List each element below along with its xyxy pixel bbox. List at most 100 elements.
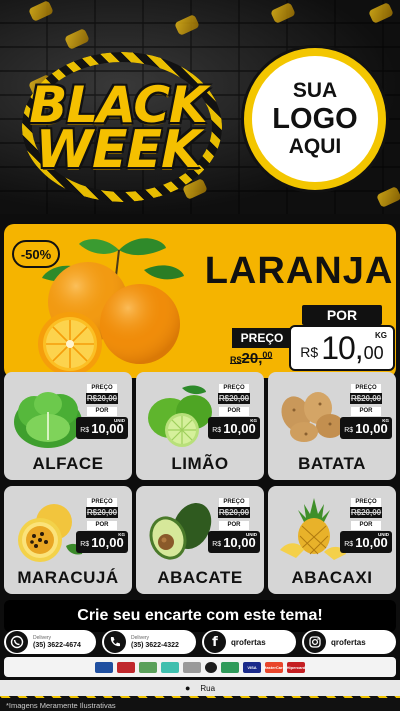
product-card-limao: PREÇO R$20,00 POR KG R$ 10,00 LIMÃO [136, 372, 264, 480]
address-text: Rua [200, 683, 216, 693]
por-label: POR [87, 407, 117, 416]
old-price: R$20,00 [86, 393, 118, 404]
old-price: R$20,00 [350, 393, 382, 404]
cash-icon [139, 661, 157, 673]
price-currency: R$ [212, 426, 222, 434]
address-bar: ● Rua [0, 680, 400, 696]
header: BLACK WEEK SUA LOGO AQUI [0, 0, 400, 214]
hero-product-name: LARANJA [204, 250, 394, 292]
facebook-icon: f [204, 631, 226, 653]
hipercard-icon: Hipercard [287, 661, 305, 673]
price-tag: PREÇO R$20,00 POR UNID R$ 10,00 [76, 384, 128, 439]
flyer-body: -50% LARANJA POR PREÇO R$20,00 KG R$ 10 … [0, 214, 400, 711]
discount-badge: -50% [12, 240, 60, 268]
hero-offer-card: -50% LARANJA POR PREÇO R$20,00 KG R$ 10 … [4, 224, 396, 378]
price-currency: R$ [300, 344, 319, 360]
pix-icon [161, 661, 179, 673]
disclaimer: *Imagens Meramente Ilustrativas [0, 696, 400, 711]
orange-slice [38, 312, 102, 376]
preco-label: PREÇO [219, 498, 249, 507]
preco-label: PREÇO [351, 498, 381, 507]
price-currency: R$ [80, 426, 90, 434]
price-tag: PREÇO R$20,00 POR UNID R$ 10,00 [340, 498, 392, 553]
contact-number: (35) 3622-4674 [33, 641, 81, 649]
old-price: R$20,00 [350, 507, 382, 518]
alelo-icon [205, 661, 217, 673]
preco-label: PREÇO [351, 384, 381, 393]
por-label: POR [87, 521, 117, 530]
price-unit: KG [382, 418, 389, 423]
logo-text-line1: SUA [292, 79, 338, 102]
visa-icon: VISA [243, 661, 261, 673]
price-currency: R$ [212, 540, 222, 548]
price-tag: PREÇO R$20,00 POR UNID R$ 10,00 [208, 498, 260, 553]
price-int: 10 [321, 329, 356, 366]
location-pin-icon: ● [184, 683, 191, 693]
instagram-icon [304, 631, 326, 653]
lettuce-image [14, 392, 82, 448]
product-card-abacate: PREÇO R$20,00 POR UNID R$ 10,00 ABACATE [136, 486, 264, 594]
ticket-icon [183, 661, 201, 673]
old-price: R$20,00 [86, 507, 118, 518]
new-price-box: KG R$ 10,00 [76, 531, 128, 553]
whatsapp-contact[interactable]: Delivery (35) 3622-4674 [4, 630, 96, 654]
por-label: POR [302, 305, 382, 325]
price-unit: KG [375, 331, 387, 340]
avocado-image [149, 502, 212, 560]
mastercard-icon: MasterCard [263, 661, 285, 673]
price-unit: KG [250, 418, 257, 423]
facebook-handle: qrofertas [231, 637, 266, 647]
product-name: ABACAXI [291, 568, 373, 587]
whatsapp-icon [6, 631, 28, 653]
old-price-int: 20 [241, 350, 259, 367]
new-price-box: UNID R$ 10,00 [76, 417, 128, 439]
phone-icon [104, 631, 126, 653]
price-tag: PREÇO R$20,00 POR KG R$ 10,00 [340, 384, 392, 439]
product-card-abacaxi: PREÇO R$20,00 POR UNID R$ 10,00 ABACAXI [268, 486, 396, 594]
new-price-box: UNID R$ 10,00 [340, 531, 392, 553]
product-name: ALFACE [32, 454, 104, 473]
product-card-batata: PREÇO R$20,00 POR KG R$ 10,00 BATATA [268, 372, 396, 480]
new-price-box: UNID R$ 10,00 [208, 531, 260, 553]
price-unit: UNID [114, 418, 125, 423]
old-price: R$20,00 [218, 507, 250, 518]
product-name: LIMÃO [171, 454, 229, 473]
vr-icon [221, 661, 239, 673]
price-unit: UNID [246, 532, 257, 537]
old-price: R$20,00 [218, 393, 250, 404]
logo-text-line3: AQUI [288, 135, 342, 158]
price-unit: KG [118, 532, 125, 537]
preco-label: PREÇO [219, 384, 249, 393]
por-label: POR [219, 521, 249, 530]
old-price-cents: 00 [262, 350, 273, 360]
price-currency: R$ [80, 540, 90, 548]
old-price-currency: R$ [230, 355, 242, 365]
preco-label: PREÇO [87, 384, 117, 393]
payment-methods: VISA MasterCard Hipercard [4, 657, 396, 677]
price-cents: 00 [363, 342, 384, 363]
product-name: MARACUJÁ [17, 568, 119, 587]
instagram-handle: qrofertas [331, 637, 366, 647]
product-name: ABACATE [157, 568, 243, 587]
product-card-maracuja: PREÇO R$20,00 POR KG R$ 10,00 MARACUJÁ [4, 486, 132, 594]
price-unit: UNID [378, 532, 389, 537]
old-price: R$20,00 [230, 350, 273, 367]
black-week-title-line2: WEEK [35, 120, 202, 180]
price-tag: PREÇO R$20,00 POR KG R$ 10,00 [208, 384, 260, 439]
price-currency: R$ [344, 540, 354, 548]
product-card-alface: PREÇO R$20,00 POR UNID R$ 10,00 ALFACE [4, 372, 132, 480]
new-price-box: KG R$ 10,00 [289, 325, 395, 371]
facebook-contact[interactable]: f qrofertas [202, 630, 296, 654]
phone-contact[interactable]: Delivery (35) 3622-4322 [102, 630, 196, 654]
por-label: POR [351, 521, 381, 530]
por-label: POR [219, 407, 249, 416]
price-currency: R$ [344, 426, 354, 434]
potato-image [281, 392, 344, 442]
instagram-contact[interactable]: qrofertas [302, 630, 396, 654]
contact-number: (35) 3622-4322 [131, 641, 179, 649]
cta-banner[interactable]: Crie seu encarte com este tema! [4, 600, 396, 632]
por-label: POR [351, 407, 381, 416]
product-name: BATATA [298, 454, 366, 473]
logo-placeholder: SUA LOGO AQUI [244, 48, 386, 190]
debit-card-icon [117, 661, 135, 673]
